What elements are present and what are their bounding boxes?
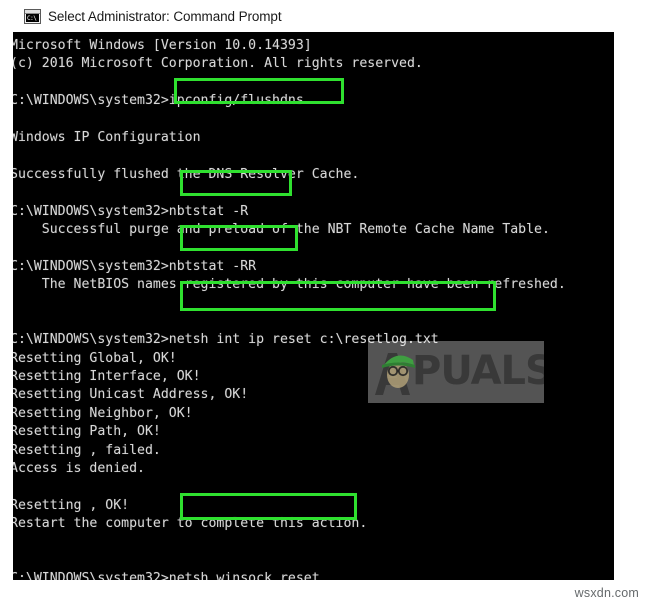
- console-line: Resetting Global, OK!: [13, 350, 177, 366]
- console-line: C:\WINDOWS\system32>nbtstat -RR: [13, 258, 257, 274]
- console-line: Resetting Unicast Address, OK!: [13, 387, 249, 403]
- console-line: Access is denied.: [13, 460, 145, 476]
- console-line: The NetBIOS names registered by this com…: [13, 277, 566, 293]
- site-watermark: wsxdn.com: [574, 586, 639, 600]
- command-prompt-icon: C:\: [24, 8, 41, 24]
- console-line: C:\WINDOWS\system32>netsh winsock reset: [13, 571, 320, 580]
- console-line: Resetting Interface, OK!: [13, 369, 201, 385]
- console-output: Microsoft Windows [Version 10.0.14393] (c…: [13, 37, 566, 580]
- icon-screen-glyph: C:\: [26, 13, 39, 22]
- console-line: Successful purge and preload of the NBT …: [13, 221, 550, 237]
- console-line: Resetting , failed.: [13, 442, 161, 458]
- console-line: Successfully flushed the DNS Resolver Ca…: [13, 166, 360, 182]
- console-window[interactable]: Microsoft Windows [Version 10.0.14393] (c…: [13, 32, 614, 580]
- window-title: Select Administrator: Command Prompt: [48, 8, 282, 24]
- console-line: C:\WINDOWS\system32>ipconfig/flushdns: [13, 93, 304, 109]
- window-titlebar: C:\ Select Administrator: Command Prompt: [0, 0, 646, 32]
- console-line: Restart the computer to complete this ac…: [13, 516, 368, 532]
- console-line: Resetting Neighbor, OK!: [13, 405, 193, 421]
- console-line: Resetting , OK!: [13, 497, 130, 513]
- console-line: Windows IP Configuration: [13, 129, 201, 145]
- console-line: (c) 2016 Microsoft Corporation. All righ…: [13, 56, 423, 72]
- console-line: C:\WINDOWS\system32>nbtstat -R: [13, 203, 249, 219]
- console-line: Microsoft Windows [Version 10.0.14393]: [13, 38, 312, 53]
- console-line: C:\WINDOWS\system32>netsh int ip reset c…: [13, 332, 439, 348]
- console-line: Resetting Path, OK!: [13, 424, 161, 440]
